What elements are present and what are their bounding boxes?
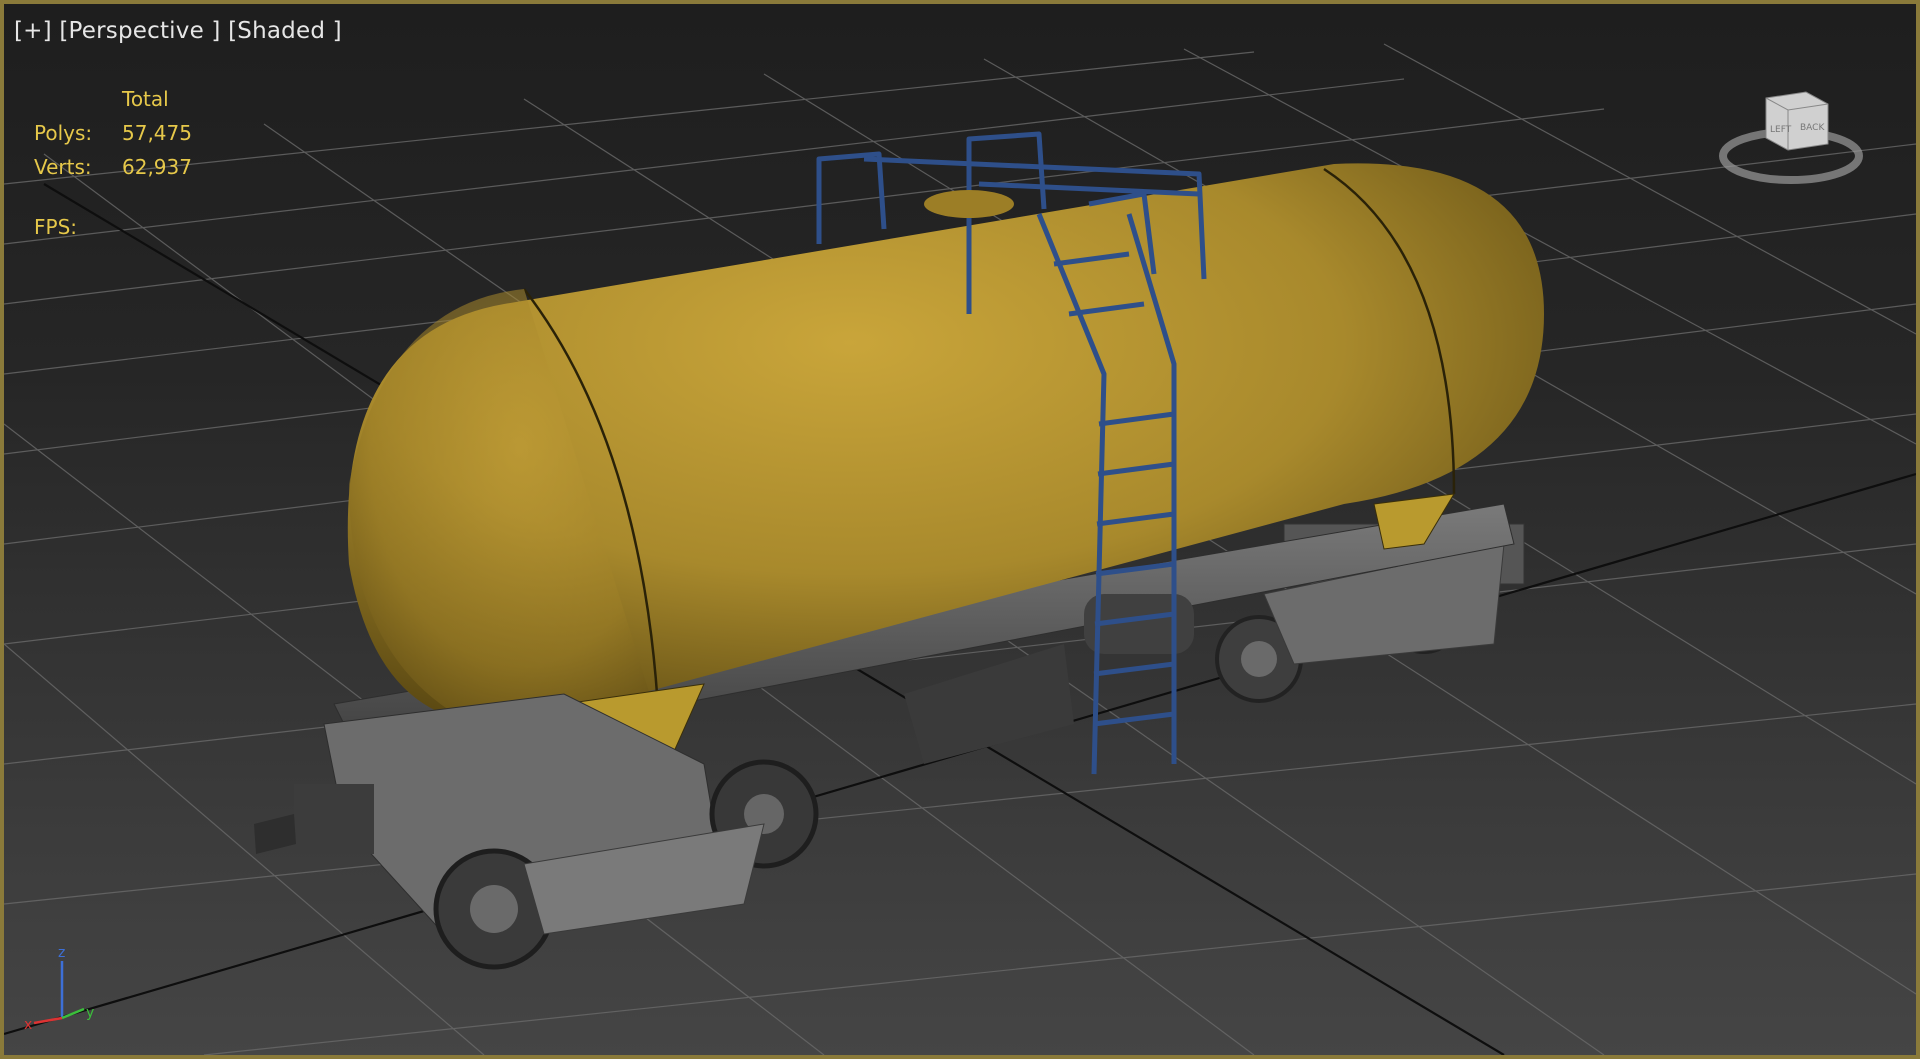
viewcube-back-face: BACK	[1800, 123, 1825, 133]
front-bogie	[254, 693, 819, 970]
view-type-button[interactable]: [Perspective ]	[59, 18, 220, 44]
axis-x-label: x	[24, 1017, 32, 1033]
viewcube[interactable]: LEFT BACK	[1716, 84, 1876, 194]
tank-dome	[924, 190, 1014, 218]
polys-label: Polys:	[34, 121, 93, 145]
shading-mode-button[interactable]: [Shaded ]	[228, 18, 342, 44]
polys-value: 57,475	[122, 121, 192, 145]
verts-label: Verts:	[34, 155, 92, 179]
perspective-viewport[interactable]: [+] [Perspective ] [Shaded ] Total Polys…	[0, 0, 1920, 1059]
scene-view[interactable]	[4, 4, 1916, 1055]
axis-z-label: z	[58, 945, 65, 961]
verts-value: 62,937	[122, 155, 192, 179]
viewport-label: [+] [Perspective ] [Shaded ]	[14, 18, 342, 44]
viewport-menu-button[interactable]: [+]	[14, 18, 52, 44]
stats-header: Total	[122, 87, 169, 111]
viewcube-left-face: LEFT	[1770, 125, 1792, 135]
axis-y-label: y	[86, 1005, 94, 1021]
statistics-overlay: Total Polys: 57,475 Verts: 62,937 FPS:	[34, 82, 242, 244]
axis-gizmo: z x y	[24, 945, 94, 1033]
fps-label: FPS:	[34, 215, 77, 239]
